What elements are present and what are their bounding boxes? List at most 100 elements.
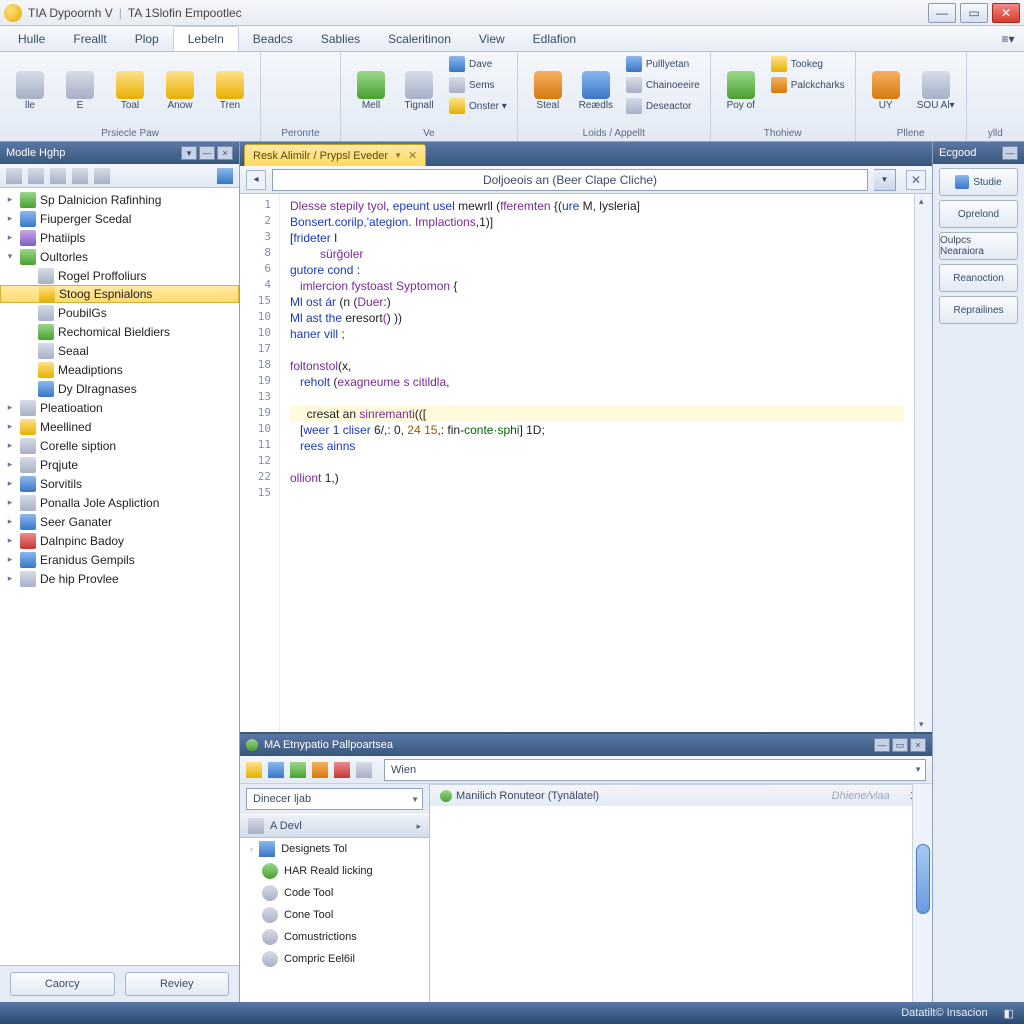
category-group-header[interactable]: A Devl▸ (240, 814, 429, 838)
side-button[interactable]: Oprelond (939, 200, 1018, 228)
ribbon-sou al▾[interactable]: SOU Al▾ (912, 54, 960, 127)
tree-item[interactable]: ▸Seer Ganater (0, 512, 239, 531)
side-button[interactable]: Studie (939, 168, 1018, 196)
tree-item[interactable]: Seaal (0, 341, 239, 360)
list-item[interactable]: Comustrictions (240, 926, 429, 948)
minimize-button[interactable]: — (928, 3, 956, 23)
delete-icon[interactable] (334, 762, 350, 778)
ribbon-toal[interactable]: Toal (106, 54, 154, 127)
tree-item[interactable]: PoubilGs (0, 303, 239, 322)
menu-freallt[interactable]: Freallt (59, 26, 120, 51)
filter-input[interactable]: Wien▼ (384, 759, 926, 781)
ribbon-poy of[interactable]: Poy of (717, 54, 765, 127)
tool-icon[interactable] (356, 762, 372, 778)
tool-icon[interactable] (72, 168, 88, 184)
ribbon-lle[interactable]: lle (6, 54, 54, 127)
tree-item[interactable]: Meadiptions (0, 360, 239, 379)
tool-icon[interactable] (28, 168, 44, 184)
breadcrumb[interactable]: Doljoeois an (Beer Clape Cliche) (272, 169, 868, 191)
tree-item[interactable]: ▾Oultorles (0, 247, 239, 266)
nav-back-icon[interactable]: ◂ (246, 170, 266, 190)
output-scrollbar[interactable] (912, 784, 932, 1002)
side-button[interactable]: Oulpcs Nearaiora (939, 232, 1018, 260)
tree-item[interactable]: ▸Fiuperger Scedal (0, 209, 239, 228)
menu-hulle[interactable]: Hulle (4, 26, 59, 51)
output-content[interactable]: Manilich Ronuteor (Tynälatel) Dhiene/vla… (430, 784, 932, 1002)
panel-max-icon[interactable]: ▭ (892, 738, 908, 752)
side-button[interactable]: Reprailines (939, 296, 1018, 324)
menu-beadcs[interactable]: Beadcs (239, 26, 307, 51)
menu-lebeln[interactable]: Lebeln (173, 26, 239, 51)
panel-close-icon[interactable]: × (217, 146, 233, 160)
ribbon-reædls[interactable]: Reædls (572, 54, 620, 127)
menu-overflow-icon[interactable]: ≡▾ (996, 26, 1020, 51)
panel-min-icon[interactable]: — (874, 738, 890, 752)
tool-icon[interactable] (312, 762, 328, 778)
ribbon-anow[interactable]: Anow (156, 54, 204, 127)
tool-icon[interactable] (268, 762, 284, 778)
tree-item[interactable]: Rogel Proffoliurs (0, 266, 239, 285)
tool-icon[interactable] (290, 762, 306, 778)
ribbon-tignall[interactable]: Tignall (395, 54, 443, 127)
footer-button-1[interactable]: Caorcy (10, 972, 115, 996)
category-combo[interactable]: Dinecer ljab▼ (246, 788, 423, 810)
tree-item[interactable]: Rechomical Bieldiers (0, 322, 239, 341)
tree-item[interactable]: ▸Pleatioation (0, 398, 239, 417)
ribbon-mini-sems[interactable]: Sems (445, 75, 511, 95)
tree-item[interactable]: ▸Corelle siption (0, 436, 239, 455)
panel-dropdown-icon[interactable]: ▾ (181, 146, 197, 160)
side-button[interactable]: Reanoction (939, 264, 1018, 292)
project-tree[interactable]: ▸Sp Dalnicion Rafinhing▸Fiuperger Scedal… (0, 188, 239, 965)
ribbon-mini-pulllyetan[interactable]: Pulllyetan (622, 54, 704, 74)
tool-icon[interactable] (94, 168, 110, 184)
editor-tab-active[interactable]: Resk Alimilr / Prypsl Eveder ▼ ✕ (244, 144, 426, 166)
panel-pin-icon[interactable]: — (199, 146, 215, 160)
menu-view[interactable]: View (465, 26, 519, 51)
code-area[interactable]: Dlesse stepily tyol, epeunt usel mewrll … (280, 194, 914, 732)
tree-item[interactable]: Stoog Espnialons (0, 285, 239, 303)
tree-item[interactable]: ▸Sorvitils (0, 474, 239, 493)
tab-dropdown-icon[interactable]: ▼ (394, 151, 402, 160)
footer-button-2[interactable]: Reviey (125, 972, 230, 996)
maximize-button[interactable]: ▭ (960, 3, 988, 23)
menu-scaleritinon[interactable]: Scaleritinon (374, 26, 465, 51)
tool-icon[interactable] (6, 168, 22, 184)
editor-scrollbar[interactable] (914, 194, 932, 732)
tree-item[interactable]: ▸Ponalla Jole Aspliction (0, 493, 239, 512)
menu-edlafion[interactable]: Edlafion (519, 26, 590, 51)
ribbon-e[interactable]: E (56, 54, 104, 127)
ribbon-steal[interactable]: Steal (524, 54, 572, 127)
tree-item[interactable]: ▸Eranidus Gempils (0, 550, 239, 569)
panel-close-icon[interactable]: × (910, 738, 926, 752)
list-item[interactable]: Code Tool (240, 882, 429, 904)
ribbon-mini-onster ▾[interactable]: Onster ▾ (445, 96, 511, 116)
menu-sablies[interactable]: Sablies (307, 26, 374, 51)
ribbon-mini-deseactor[interactable]: Deseactor (622, 96, 704, 116)
ribbon-mini-palckcharks[interactable]: Palckcharks (767, 75, 849, 95)
tree-item[interactable]: ▸Dalnpinc Badoy (0, 531, 239, 550)
tree-item[interactable]: ▸Prqjute (0, 455, 239, 474)
panel-min-icon[interactable]: — (1002, 146, 1018, 160)
tree-item[interactable]: ▸De hip Provlee (0, 569, 239, 588)
close-button[interactable]: ✕ (992, 3, 1020, 23)
ribbon-mell[interactable]: Mell (347, 54, 395, 127)
list-item[interactable]: Compric Eel6il (240, 948, 429, 970)
tool-view-icon[interactable] (217, 168, 233, 184)
ribbon-uy[interactable]: UY (862, 54, 910, 127)
ribbon-mini-tookeg[interactable]: Tookeg (767, 54, 849, 74)
list-item[interactable]: Cone Tool (240, 904, 429, 926)
tab-close-icon[interactable]: ✕ (408, 149, 417, 162)
list-item[interactable]: HAR Reald licking (240, 860, 429, 882)
list-subheader[interactable]: ▫ Designets Tol (240, 838, 429, 860)
tool-icon[interactable] (246, 762, 262, 778)
tree-item[interactable]: ▸Meellined (0, 417, 239, 436)
breadcrumb-dropdown-icon[interactable]: ▼ (874, 169, 896, 191)
ribbon-mini-dave[interactable]: Dave (445, 54, 511, 74)
tree-item[interactable]: ▸Phatiipls (0, 228, 239, 247)
ribbon-tren[interactable]: Tren (206, 54, 254, 127)
tool-icon[interactable] (50, 168, 66, 184)
menu-plop[interactable]: Plop (121, 26, 173, 51)
tree-item[interactable]: ▸Sp Dalnicion Rafinhing (0, 190, 239, 209)
editor-close-icon[interactable]: ✕ (906, 170, 926, 190)
code-editor[interactable]: 12386415101017181913191011122215 Dlesse … (240, 194, 932, 732)
